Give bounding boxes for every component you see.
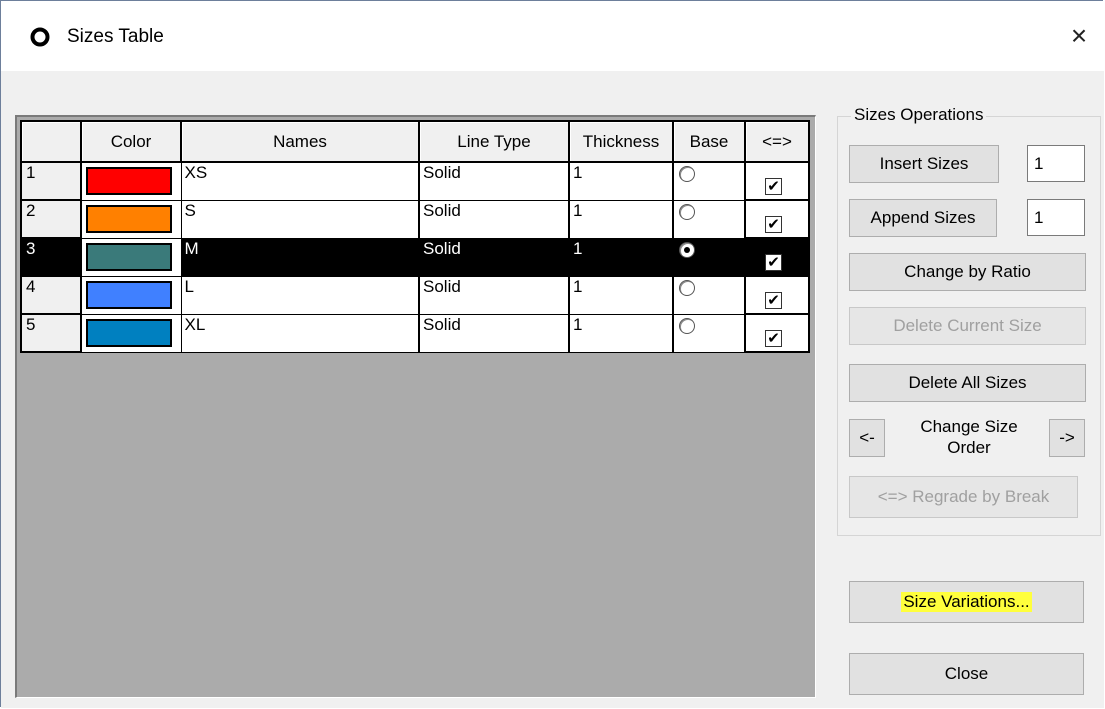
size-variations-button[interactable]: Size Variations... [849, 581, 1084, 623]
header-base[interactable]: Base [672, 120, 746, 163]
sizes-operations-label: Sizes Operations [851, 105, 987, 125]
base-cell[interactable] [672, 161, 746, 201]
color-cell[interactable] [80, 275, 182, 315]
regrade-checkbox[interactable]: ✔ [765, 254, 782, 271]
line-type-cell[interactable]: Solid [418, 199, 570, 239]
regrade-cell[interactable]: ✔ [744, 275, 810, 315]
regrade-checkbox[interactable]: ✔ [765, 330, 782, 347]
base-cell[interactable] [672, 237, 746, 277]
insert-count-input[interactable] [1027, 145, 1085, 182]
delete-all-sizes-button[interactable]: Delete All Sizes [849, 364, 1086, 402]
name-cell[interactable]: XL [180, 313, 420, 353]
order-left-button[interactable]: <- [849, 419, 885, 457]
append-count-input[interactable] [1027, 199, 1085, 236]
change-by-ratio-button[interactable]: Change by Ratio [849, 253, 1086, 291]
table-row[interactable]: 2 S Solid 1 ✔ [20, 199, 810, 239]
row-number[interactable]: 4 [20, 275, 82, 315]
color-cell[interactable] [80, 161, 182, 201]
thickness-cell[interactable]: 1 [568, 237, 674, 277]
regrade-cell[interactable]: ✔ [744, 237, 810, 277]
row-number[interactable]: 1 [20, 161, 82, 201]
table-row[interactable]: 1 XS Solid 1 ✔ [20, 161, 810, 201]
line-type-cell[interactable]: Solid [418, 313, 570, 353]
color-cell[interactable] [80, 313, 182, 353]
color-swatch [86, 281, 172, 309]
thickness-cell[interactable]: 1 [568, 275, 674, 315]
header-thickness[interactable]: Thickness [568, 120, 674, 163]
base-cell[interactable] [672, 199, 746, 239]
row-number[interactable]: 5 [20, 313, 82, 353]
regrade-checkbox[interactable]: ✔ [765, 292, 782, 309]
header-row-number [20, 120, 82, 163]
base-radio[interactable] [679, 279, 695, 296]
base-radio[interactable] [679, 166, 695, 182]
name-cell[interactable]: XS [180, 161, 420, 201]
app-ring-icon [30, 27, 50, 47]
order-label-line2: Order [947, 438, 991, 457]
regrade-checkbox[interactable]: ✔ [765, 178, 782, 195]
line-type-cell[interactable]: Solid [418, 237, 570, 277]
base-radio[interactable] [679, 203, 695, 220]
color-swatch [86, 167, 172, 196]
base-cell[interactable] [672, 313, 746, 353]
regrade-checkbox[interactable]: ✔ [765, 216, 782, 233]
grid-header-row: Color Names Line Type Thickness Base <=> [20, 120, 810, 163]
thickness-cell[interactable]: 1 [568, 199, 674, 239]
regrade-cell[interactable]: ✔ [744, 313, 810, 353]
close-button[interactable]: Close [849, 653, 1084, 695]
name-cell[interactable]: L [180, 275, 420, 315]
window-title: Sizes Table [67, 26, 164, 47]
change-size-order-label: Change Size Order [894, 416, 1044, 458]
size-variations-label: Size Variations... [901, 592, 1032, 612]
header-line-type[interactable]: Line Type [418, 120, 570, 163]
color-swatch [86, 319, 172, 347]
line-type-cell[interactable]: Solid [418, 275, 570, 315]
order-right-button[interactable]: -> [1049, 419, 1085, 457]
color-cell[interactable] [80, 237, 182, 277]
header-names[interactable]: Names [180, 120, 420, 163]
base-cell[interactable] [672, 275, 746, 315]
row-number[interactable]: 2 [20, 199, 82, 239]
thickness-cell[interactable]: 1 [568, 161, 674, 201]
header-color[interactable]: Color [80, 120, 182, 163]
table-row[interactable]: 3 M Solid 1 ✔ [20, 237, 810, 277]
table-row[interactable]: 5 XL Solid 1 ✔ [20, 313, 810, 353]
append-sizes-button[interactable]: Append Sizes [849, 199, 997, 237]
line-type-cell[interactable]: Solid [418, 161, 570, 201]
color-cell[interactable] [80, 199, 182, 239]
delete-current-size-button[interactable]: Delete Current Size [849, 307, 1086, 345]
regrade-cell[interactable]: ✔ [744, 199, 810, 239]
table-row[interactable]: 4 L Solid 1 ✔ [20, 275, 810, 315]
title-bar: Sizes Table × [1, 1, 1104, 71]
name-cell[interactable]: M [180, 237, 420, 277]
insert-sizes-button[interactable]: Insert Sizes [849, 145, 999, 183]
sizes-table-window: Sizes Table × Color Names Line Type Thic… [0, 0, 1104, 708]
thickness-cell[interactable]: 1 [568, 313, 674, 353]
sizes-grid[interactable]: Color Names Line Type Thickness Base <=>… [15, 115, 816, 698]
base-radio[interactable] [679, 317, 695, 334]
header-regrade[interactable]: <=> [744, 120, 810, 163]
regrade-cell[interactable]: ✔ [744, 161, 810, 201]
dialog-body: Color Names Line Type Thickness Base <=>… [1, 71, 1104, 708]
color-swatch [86, 205, 172, 233]
close-icon[interactable]: × [1064, 21, 1094, 51]
name-cell[interactable]: S [180, 199, 420, 239]
regrade-by-break-button[interactable]: <=> Regrade by Break [849, 476, 1078, 518]
base-radio[interactable] [679, 241, 695, 258]
color-swatch [86, 243, 172, 271]
sizes-table: Color Names Line Type Thickness Base <=>… [20, 120, 810, 353]
order-label-line1: Change Size [920, 417, 1018, 436]
row-number[interactable]: 3 [20, 237, 82, 277]
